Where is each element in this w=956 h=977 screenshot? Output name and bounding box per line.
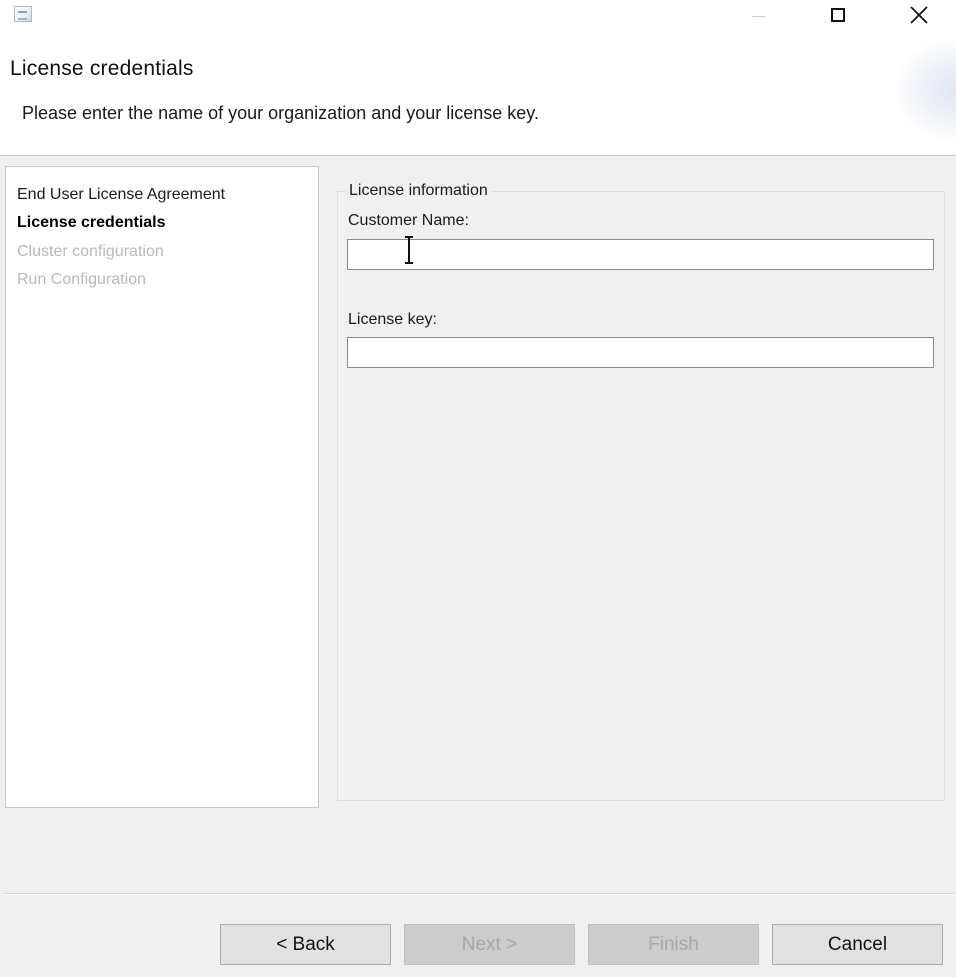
cancel-button[interactable]: Cancel <box>772 924 943 965</box>
step-license-credentials: License credentials <box>17 214 166 231</box>
next-button[interactable]: Next > <box>404 924 575 965</box>
finish-button[interactable]: Finish <box>588 924 759 965</box>
app-icon <box>14 6 32 22</box>
page-title: License credentials <box>10 57 194 80</box>
step-cluster-configuration: Cluster configuration <box>17 243 164 260</box>
title-bar <box>0 0 956 30</box>
customer-name-label: Customer Name: <box>348 212 469 229</box>
license-information-group <box>337 191 945 801</box>
license-key-label: License key: <box>348 311 437 328</box>
header-decoration <box>896 40 956 140</box>
text-cursor-icon <box>405 236 413 264</box>
page-subtitle: Please enter the name of your organizati… <box>22 103 539 123</box>
customer-name-input[interactable] <box>347 239 934 270</box>
header-divider <box>0 155 956 156</box>
close-button[interactable] <box>896 0 942 30</box>
close-icon <box>910 6 928 24</box>
maximize-button[interactable] <box>815 0 861 30</box>
back-button[interactable]: < Back <box>220 924 391 965</box>
step-eula: End User License Agreement <box>17 186 226 203</box>
minimize-button[interactable] <box>736 0 782 30</box>
step-run-configuration: Run Configuration <box>17 271 146 288</box>
minimize-icon <box>752 15 766 17</box>
steps-panel: End User License Agreement License crede… <box>5 166 319 808</box>
group-title: License information <box>346 182 491 200</box>
wizard-header: License credentials Please enter the nam… <box>0 30 956 155</box>
license-key-input[interactable] <box>347 337 934 368</box>
footer-divider-highlight <box>5 894 956 895</box>
maximize-icon <box>831 8 845 22</box>
